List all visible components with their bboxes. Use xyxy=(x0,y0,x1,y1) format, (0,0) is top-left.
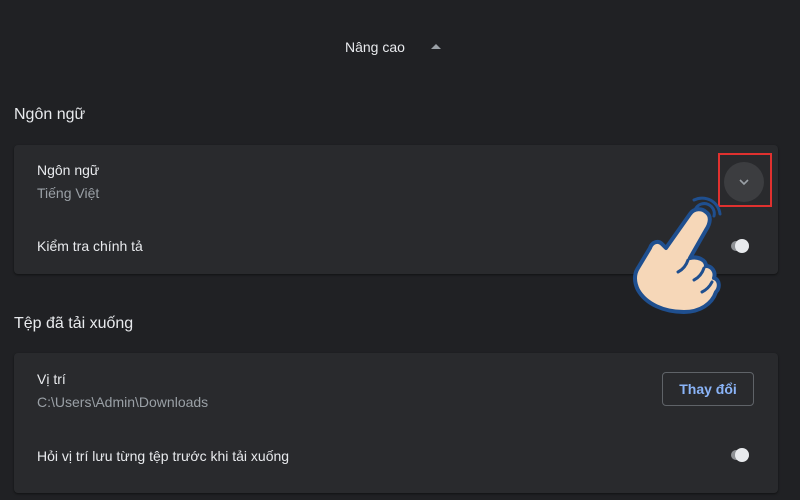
spellcheck-row-title: Kiểm tra chính tả xyxy=(37,238,143,254)
arrow-up-icon[interactable] xyxy=(431,44,441,49)
ask-location-row-title: Hỏi vị trí lưu từng tệp trước khi tải xu… xyxy=(37,448,290,464)
advanced-toggle[interactable]: Nâng cao xyxy=(0,36,800,60)
language-row-title: Ngôn ngữ xyxy=(37,162,100,178)
change-location-button[interactable]: Thay đổi xyxy=(662,372,754,406)
pointing-hand-icon xyxy=(633,196,722,314)
section-title-downloads: Tệp đã tải xuống xyxy=(14,315,134,332)
highlight-box xyxy=(718,153,772,207)
advanced-label: Nâng cao xyxy=(345,39,405,55)
section-title-language: Ngôn ngữ xyxy=(14,106,86,123)
location-row-value: C:\Users\Admin\Downloads xyxy=(37,394,209,410)
ask-location-toggle[interactable] xyxy=(729,448,751,462)
location-row-title: Vị trí xyxy=(37,371,66,387)
spellcheck-toggle[interactable] xyxy=(729,239,751,253)
downloads-card: Vị trí C:\Users\Admin\Downloads Thay đổi… xyxy=(14,353,778,493)
toggle-knob xyxy=(735,448,749,462)
settings-page: Nâng cao Ngôn ngữ Ngôn ngữ Tiếng Việt Ki… xyxy=(0,0,800,500)
toggle-knob xyxy=(735,239,749,253)
language-row-value: Tiếng Việt xyxy=(37,185,100,201)
